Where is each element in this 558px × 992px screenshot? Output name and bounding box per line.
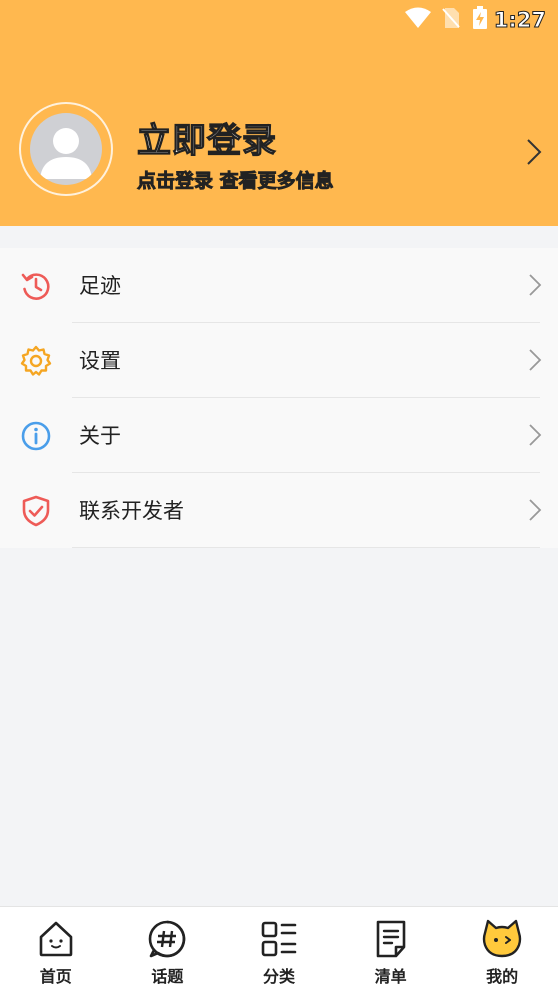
category-icon [259,919,299,959]
tab-label: 分类 [262,967,295,986]
menu-item-history[interactable]: 足迹 [0,248,558,323]
tab-topics[interactable]: 话题 [112,907,224,992]
bottom-tab-bar: 首页 话题 分类 清单 我的 [0,906,558,992]
tab-label: 清单 [374,967,407,986]
menu-item-settings[interactable]: 设置 [0,323,558,398]
login-subtitle: 点击登录 查看更多信息 [137,170,334,193]
status-icons: 1:27 [404,6,547,34]
status-bar: 1:27 [0,0,558,40]
battery-charging-icon [472,6,488,34]
profile-header: 1:27 立即登录 点击登录 查看更多信息 [0,0,558,226]
shield-icon [20,495,52,527]
menu-item-about[interactable]: 关于 [0,398,558,473]
avatar[interactable] [19,102,113,196]
chevron-right-icon [528,273,542,301]
menu-label: 设置 [79,349,121,373]
tab-mine[interactable]: 我的 [446,907,558,992]
tab-label: 我的 [486,967,519,986]
history-icon [20,270,52,302]
status-time: 1:27 [493,8,546,33]
tab-label: 话题 [151,967,184,986]
tab-label: 首页 [39,967,72,986]
default-avatar-icon [30,113,102,185]
info-icon [20,420,52,452]
tab-home[interactable]: 首页 [0,907,112,992]
menu-label: 关于 [79,424,121,448]
chevron-right-icon [528,348,542,376]
settings-menu: 足迹 设置 关于 联系开发者 [0,248,558,548]
list-icon [371,919,411,959]
hashtag-icon [147,919,187,959]
login-profile-row[interactable]: 立即登录 点击登录 查看更多信息 [0,100,558,200]
gear-icon [20,345,52,377]
tab-list[interactable]: 清单 [335,907,447,992]
chevron-right-icon [528,423,542,451]
chevron-right-icon[interactable] [526,138,542,170]
menu-label: 联系开发者 [79,499,184,523]
menu-label: 足迹 [79,274,121,298]
cat-face-icon [482,919,522,959]
home-icon [36,919,76,959]
no-sim-icon [442,7,460,33]
divider [72,547,540,548]
tab-categories[interactable]: 分类 [223,907,335,992]
chevron-right-icon [528,498,542,526]
menu-item-contact-developer[interactable]: 联系开发者 [0,473,558,548]
login-title[interactable]: 立即登录 [136,113,277,162]
wifi-icon [404,7,432,33]
